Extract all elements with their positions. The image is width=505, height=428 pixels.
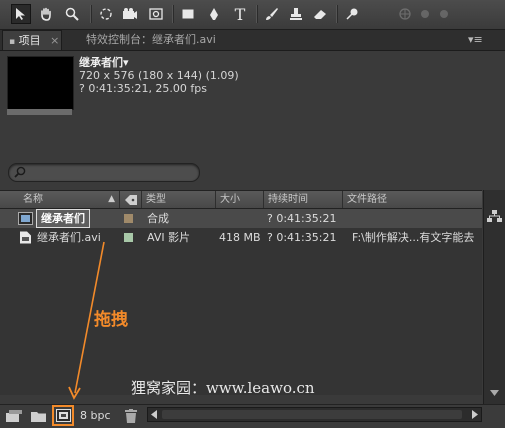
drag-arrow-annotation [68,241,105,400]
drag-label: 拖拽 [94,310,128,330]
watermark-text: 狸窝家园：www.leawo.cn [131,379,315,397]
